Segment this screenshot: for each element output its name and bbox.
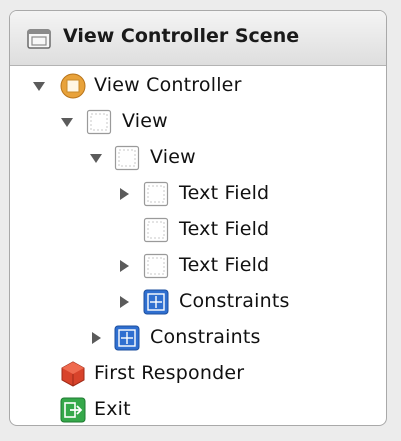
text-field-icon xyxy=(143,217,169,243)
outline-row-view[interactable]: View xyxy=(10,104,386,140)
disclosure-expanded-icon[interactable] xyxy=(89,151,103,165)
document-outline-panel: View Controller Scene View Controller Vi… xyxy=(9,10,387,426)
outline-label: Constraints xyxy=(179,290,290,312)
outline-row-constraints[interactable]: Constraints xyxy=(10,284,386,320)
outline-row-exit[interactable]: Exit xyxy=(10,392,386,425)
outline-row-text-field[interactable]: Text Field xyxy=(10,176,386,212)
disclosure-expanded-icon[interactable] xyxy=(60,115,74,129)
outline-row-view[interactable]: View xyxy=(10,140,386,176)
disclosure-collapsed-icon[interactable] xyxy=(117,187,131,201)
outline-row-constraints[interactable]: Constraints xyxy=(10,320,386,356)
constraints-icon xyxy=(114,325,140,351)
constraints-icon xyxy=(143,289,169,315)
disclosure-collapsed-icon[interactable] xyxy=(117,259,131,273)
outline-label: Constraints xyxy=(150,326,261,348)
outline-row-text-field[interactable]: Text Field xyxy=(10,248,386,284)
outline-label: Text Field xyxy=(179,182,270,204)
outline-row-view-controller[interactable]: View Controller xyxy=(10,68,386,104)
outline-label: View Controller xyxy=(94,74,242,96)
exit-icon xyxy=(60,397,86,423)
outline-label: Exit xyxy=(94,398,131,420)
outline-row-text-field[interactable]: Text Field xyxy=(10,212,386,248)
outline-row-first-responder[interactable]: First Responder xyxy=(10,356,386,392)
scene-header[interactable]: View Controller Scene xyxy=(10,11,386,66)
first-responder-icon xyxy=(61,361,85,387)
scene-title: View Controller Scene xyxy=(63,25,300,47)
text-field-icon xyxy=(143,253,169,279)
view-icon xyxy=(86,109,112,135)
outline-label: First Responder xyxy=(94,362,245,384)
outline-label: Text Field xyxy=(179,218,270,240)
outline-label: View xyxy=(150,146,196,168)
disclosure-collapsed-icon[interactable] xyxy=(117,295,131,309)
disclosure-expanded-icon[interactable] xyxy=(32,79,46,93)
outline-label: Text Field xyxy=(179,254,270,276)
view-controller-icon xyxy=(60,73,86,99)
text-field-icon xyxy=(143,181,169,207)
scene-icon xyxy=(27,29,51,49)
outline-label: View xyxy=(122,110,168,132)
view-icon xyxy=(114,145,140,171)
disclosure-collapsed-icon[interactable] xyxy=(89,331,103,345)
